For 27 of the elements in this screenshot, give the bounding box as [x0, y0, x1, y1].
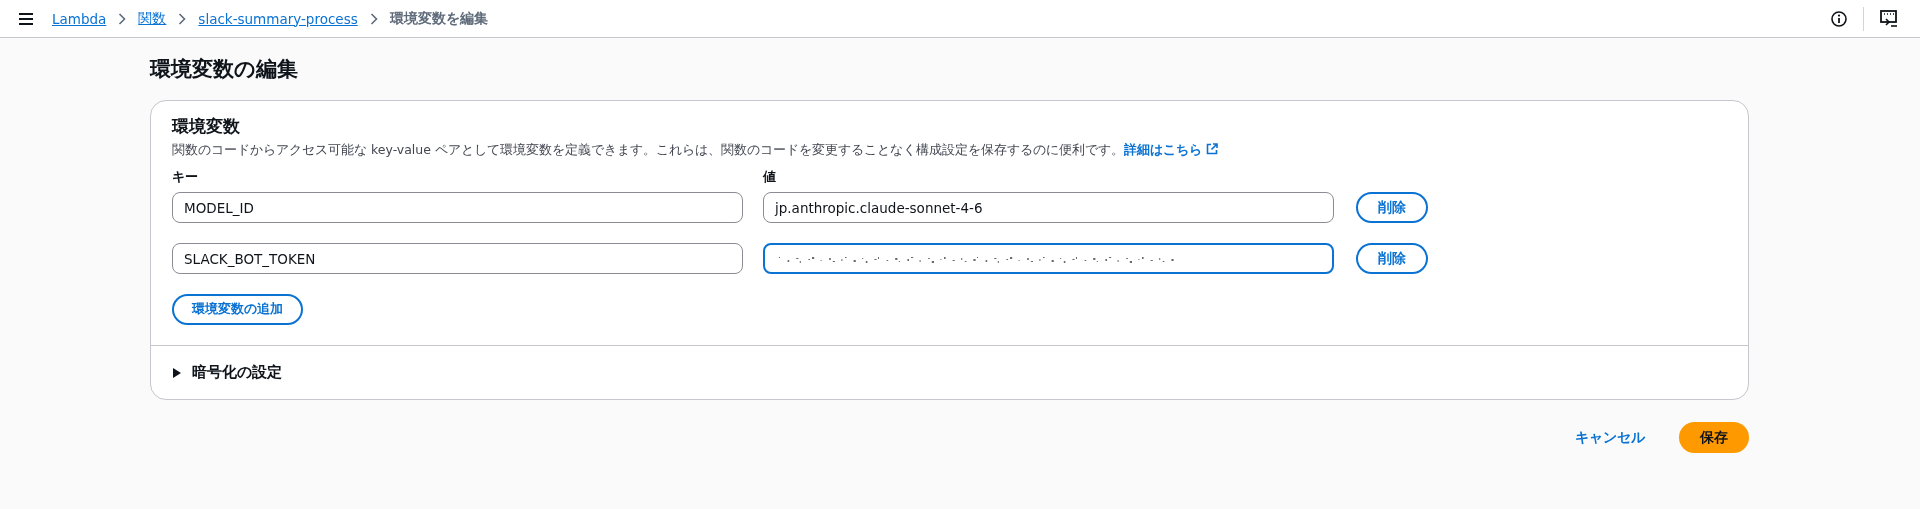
learn-more-link[interactable]: 詳細はこちら: [1123, 142, 1219, 157]
value-input[interactable]: [763, 243, 1334, 274]
value-label: 値: [763, 169, 777, 186]
save-button[interactable]: 保存: [1679, 422, 1749, 453]
breadcrumb-link[interactable]: 関数: [138, 9, 167, 28]
breadcrumb-link[interactable]: slack-summary-process: [198, 10, 358, 27]
value-input[interactable]: jp.anthropic.claude-sonnet-4-6: [763, 192, 1334, 223]
breadcrumb-current: 環境変数を編集: [389, 9, 488, 28]
breadcrumb-link[interactable]: Lambda: [52, 10, 107, 27]
encryption-toggle[interactable]: 暗号化の設定: [172, 363, 282, 382]
cancel-link[interactable]: キャンセル: [1571, 428, 1649, 447]
chevron-icon: [369, 12, 378, 25]
remove-button[interactable]: 削除: [1356, 243, 1428, 274]
key-input[interactable]: SLACK_BOT_TOKEN: [172, 243, 743, 274]
add-variable-button[interactable]: 環境変数の追加: [172, 294, 303, 325]
remove-button[interactable]: 削除: [1356, 192, 1428, 223]
terminal-icon[interactable]: [1880, 10, 1898, 27]
section-title: 環境変数: [172, 115, 241, 138]
menu-icon[interactable]: [18, 11, 34, 26]
info-icon[interactable]: [1831, 10, 1847, 27]
key-label: キー: [172, 169, 199, 186]
page-title: 環境変数の編集: [150, 56, 299, 83]
chevron-icon: [118, 12, 127, 25]
section-description: 関数のコードからアクセス可能な key-value ペアとして環境変数を定義できます。これらは、関数のコードを変更することなく構成設定を保存するのに便利です。詳細はこちら: [172, 142, 1727, 159]
chevron-icon: [178, 12, 187, 25]
external-link-icon: [1206, 143, 1219, 155]
key-input[interactable]: MODEL_ID: [172, 192, 743, 223]
